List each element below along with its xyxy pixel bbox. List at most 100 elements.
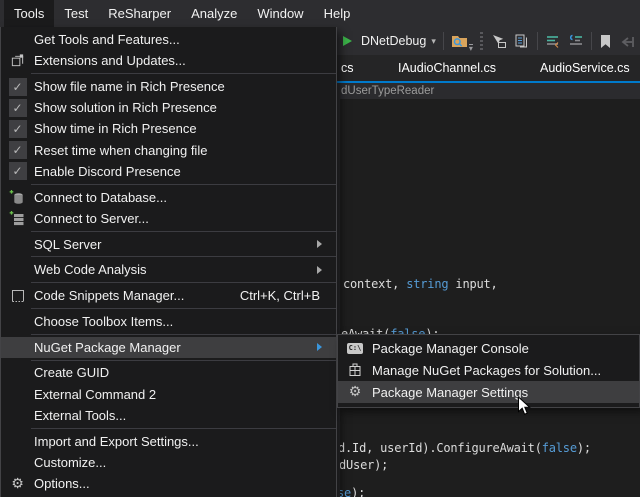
code-line: context, string input, — [343, 277, 498, 291]
code-segment: string — [406, 277, 448, 291]
menu-item-label: Enable Discord Presence — [34, 164, 326, 179]
console-icon: C:\ — [347, 343, 364, 354]
menu-separator — [31, 308, 336, 309]
submenu-arrow-icon — [317, 240, 326, 248]
server-icon — [1, 210, 34, 227]
chevron-down-icon: ▾ — [431, 37, 436, 46]
menu-item-code-snippets-manager[interactable]: Code Snippets Manager...Ctrl+K, Ctrl+B — [1, 285, 336, 306]
code-segment: context, — [343, 277, 406, 291]
silent-format-code-icon[interactable] — [568, 34, 584, 48]
tab-cs[interactable]: cs — [333, 55, 362, 81]
menubar-item-tools[interactable]: Tools — [4, 0, 54, 27]
find-in-files-icon[interactable] — [451, 33, 468, 49]
gear-icon: ⚙ — [11, 477, 24, 491]
menu-item-connect-to-database[interactable]: Connect to Database... — [1, 187, 336, 208]
tools-menu: Get Tools and Features... Extensions and … — [0, 27, 337, 497]
submenu-arrow-icon — [317, 343, 326, 351]
menu-item-customize[interactable]: Customize... — [1, 452, 336, 473]
nuget-package-manager-submenu: C:\Package Manager Console Manage NuGet P… — [337, 334, 640, 408]
menu-item-enable-discord-presence[interactable]: ✓ Enable Discord Presence — [1, 161, 336, 182]
solution-configuration-label: DNetDebug — [361, 34, 426, 48]
menu-item-label: External Command 2 — [34, 387, 326, 402]
menubar-item-resharper[interactable]: ReSharper — [98, 0, 181, 27]
disabled-nav-icon — [619, 34, 640, 49]
console-icon: C:\ — [338, 343, 372, 354]
menu-item-external-tools[interactable]: External Tools... — [1, 405, 336, 426]
menu-item-import-and-export-settings[interactable]: Import and Export Settings... — [1, 431, 336, 452]
menu-item-label: Manage NuGet Packages for Solution... — [372, 363, 629, 378]
checkmark-icon: ✓ — [9, 99, 27, 117]
mouse-cursor — [517, 396, 532, 417]
menu-item-label: Show solution in Rich Presence — [34, 100, 326, 115]
bookmark-icon[interactable] — [599, 34, 612, 49]
submenu-item-manage-nuget-packages-for-solution[interactable]: Manage NuGet Packages for Solution... — [338, 359, 639, 381]
toolbar-grip[interactable] — [480, 32, 483, 50]
checkmark-icon: ✓ — [1, 141, 34, 159]
menu-item-external-command-2[interactable]: External Command 2 — [1, 384, 336, 405]
menubar-item-test[interactable]: Test — [54, 0, 98, 27]
menubar-item-help[interactable]: Help — [314, 0, 361, 27]
menu-item-nuget-package-manager[interactable]: NuGet Package Manager — [1, 337, 336, 358]
menu-item-get-tools-and-features[interactable]: Get Tools and Features... — [1, 29, 336, 50]
menu-item-reset-time-when-changing-file[interactable]: ✓Reset time when changing file — [1, 140, 336, 161]
find-dropdown-icon[interactable]: ▾ — [469, 44, 473, 53]
menu-separator — [31, 360, 336, 361]
checkmark-icon: ✓ — [9, 162, 27, 180]
editor-margin — [337, 99, 340, 497]
menu-item-label: Show time in Rich Presence — [34, 121, 326, 136]
extensions-icon — [1, 53, 34, 68]
code-segment: dUser); — [339, 458, 388, 472]
tab-iaudiochannel-cs[interactable]: IAudioChannel.cs — [390, 55, 504, 81]
solution-configuration-dropdown[interactable]: DNetDebug ▾ — [361, 34, 436, 48]
checkmark-icon: ✓ — [1, 78, 34, 96]
menubar-item-window[interactable]: Window — [247, 0, 313, 27]
menu-item-choose-toolbox-items[interactable]: Choose Toolbox Items... — [1, 311, 336, 332]
menu-item-label: Web Code Analysis — [34, 262, 311, 277]
menu-item-extensions-and-updates[interactable]: Extensions and Updates... — [1, 50, 336, 71]
checkmark-icon: ✓ — [9, 120, 27, 138]
code-line: dUser); — [339, 458, 388, 472]
code-line: se); — [337, 486, 365, 497]
checkmark-icon: ✓ — [9, 78, 27, 96]
menu-separator — [31, 184, 336, 185]
breadcrumb[interactable]: dUserTypeReader — [341, 85, 434, 97]
copy-code-icon[interactable] — [514, 33, 530, 49]
checkmark-icon: ✓ — [1, 120, 34, 138]
checkmark-icon: ✓ — [1, 99, 34, 117]
menu-item-label: Options... — [34, 476, 326, 491]
submenu-arrow-icon — [317, 266, 326, 274]
toolbar-separator — [591, 32, 592, 50]
code-segment: false — [542, 441, 577, 455]
menu-item-label: Choose Toolbox Items... — [34, 314, 326, 329]
menu-item-label: External Tools... — [34, 408, 326, 423]
menu-item-options[interactable]: ⚙ Options... — [1, 473, 336, 494]
menu-item-label: Customize... — [34, 455, 326, 470]
menu-separator — [31, 282, 336, 283]
menu-item-label: Import and Export Settings... — [34, 434, 326, 449]
code-segment: ); — [577, 441, 591, 455]
menu-item-label: SQL Server — [34, 237, 311, 252]
tab-audioservice-cs[interactable]: AudioService.cs — [532, 55, 638, 81]
snippets-icon — [1, 288, 34, 304]
format-code-icon[interactable] — [545, 34, 561, 48]
menu-item-web-code-analysis[interactable]: Web Code Analysis — [1, 259, 336, 280]
submenu-item-package-manager-settings[interactable]: ⚙Package Manager Settings — [338, 381, 639, 403]
code-segment: input, — [448, 277, 497, 291]
menu-item-label: Extensions and Updates... — [34, 53, 326, 68]
submenu-item-package-manager-console[interactable]: C:\Package Manager Console — [338, 337, 639, 359]
menu-item-label: Create GUID — [34, 365, 326, 380]
menu-item-show-time-in-rich-presence[interactable]: ✓ Show time in Rich Presence — [1, 118, 336, 139]
nuget-package-icon — [338, 362, 372, 378]
code-line: d.Id, userId).ConfigureAwait(false); — [338, 441, 591, 455]
vs-window: cs IAudioChannel.cs AudioService.cs dUserT… — [0, 0, 640, 497]
database-icon — [1, 189, 34, 206]
menu-item-connect-to-server[interactable]: Connect to Server... — [1, 208, 336, 229]
menu-item-create-guid[interactable]: Create GUID — [1, 362, 336, 383]
menu-item-sql-server[interactable]: SQL Server — [1, 233, 336, 254]
start-debugging-icon[interactable] — [340, 34, 354, 48]
menu-item-label: Connect to Database... — [34, 190, 326, 205]
go-to-edit-icon[interactable] — [490, 34, 507, 49]
menu-item-show-solution-in-rich-presence[interactable]: ✓ Show solution in Rich Presence — [1, 97, 336, 118]
menubar-item-analyze[interactable]: Analyze — [181, 0, 247, 27]
menu-item-show-file-name-in-rich-presence[interactable]: ✓Show file name in Rich Presence — [1, 76, 336, 97]
